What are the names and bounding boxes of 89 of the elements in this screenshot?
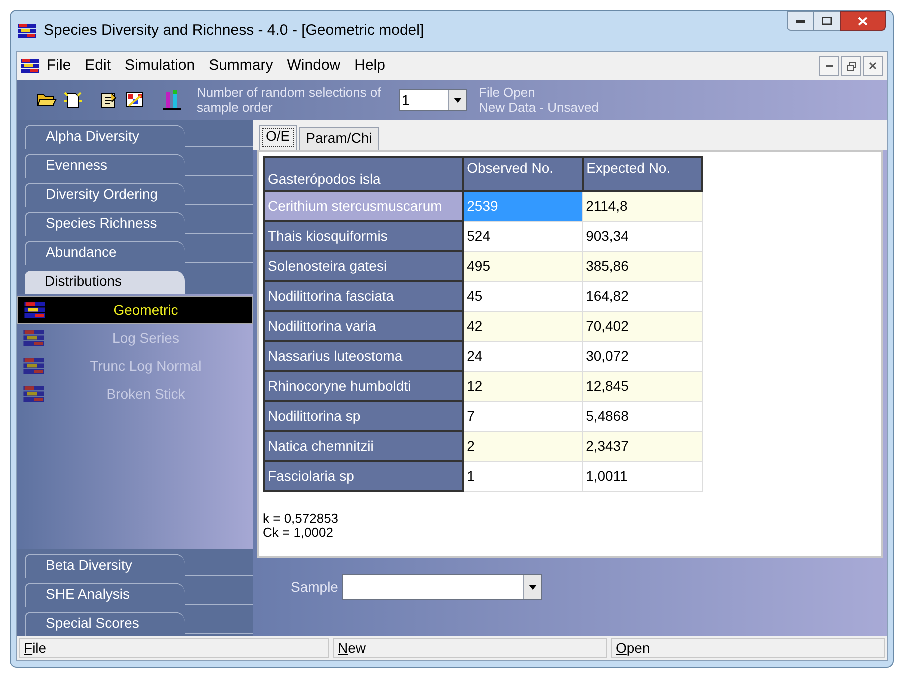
row-header[interactable]: Nassarius luteostoma <box>264 341 464 371</box>
table-cell: 45 <box>463 281 583 311</box>
list-icon <box>23 358 45 374</box>
table-cell: 2114,8 <box>582 191 702 221</box>
table-cell: 2 <box>463 431 583 461</box>
row-header[interactable]: Nodilittorina sp <box>264 401 464 431</box>
table-cell: 164,82 <box>582 281 702 311</box>
menu-item[interactable]: Edit <box>79 54 118 78</box>
table-cell: 524 <box>463 221 583 251</box>
row-header[interactable]: Rhinocoryne humboldti <box>264 371 464 401</box>
minimize-button[interactable] <box>787 11 814 31</box>
list-icon <box>24 302 46 318</box>
app-icon <box>21 59 39 73</box>
menu-item[interactable]: File <box>41 54 78 78</box>
minimize-button[interactable] <box>819 56 839 76</box>
menu-item[interactable]: Window <box>281 54 347 78</box>
table-cell: 1 <box>463 461 583 491</box>
sidebar-tab[interactable]: Species Richness <box>25 212 185 236</box>
status-panel: Open <box>611 638 885 658</box>
row-header[interactable]: Thais kiosquiformis <box>264 221 464 251</box>
sample-dropdown[interactable] <box>342 574 542 600</box>
distribution-item[interactable]: Geometric <box>17 296 253 324</box>
maximize-button[interactable] <box>814 11 840 31</box>
column-header: Expected No. <box>582 157 702 191</box>
menu-item[interactable]: Help <box>348 54 392 78</box>
restore-button[interactable] <box>841 56 861 76</box>
table-cell: 70,402 <box>582 311 702 341</box>
row-header[interactable]: Natica chemnitzii <box>264 431 464 461</box>
caret-icon <box>454 98 462 102</box>
folder-icon[interactable] <box>37 92 57 108</box>
menu-item[interactable]: Summary <box>203 54 280 78</box>
selections-dropdown[interactable]: 1 <box>399 89 467 111</box>
chart-icon[interactable] <box>125 91 145 109</box>
table-cell: 12,845 <box>582 371 702 401</box>
row-header[interactable]: Solenosteira gatesi <box>264 251 464 281</box>
selections-value: 1 <box>401 90 411 110</box>
close-button[interactable] <box>863 56 883 76</box>
maximize-icon <box>822 17 832 25</box>
sidebar-tab[interactable]: Distributions <box>25 271 185 294</box>
window-title: Species Diversity and Richness - 4.0 - [Geometric model] <box>44 20 424 41</box>
status-panel: File <box>19 638 329 658</box>
tab[interactable]: O/E <box>259 125 298 150</box>
table-cell: 2539 <box>463 191 583 221</box>
dropdown-button[interactable] <box>448 90 466 110</box>
table-cell: 12 <box>463 371 583 401</box>
result-text: k = 0,572853 <box>263 512 340 526</box>
sidebar-tab[interactable]: Beta Diversity <box>25 554 185 578</box>
minimize-icon <box>796 20 805 22</box>
sidebar-tab[interactable]: Diversity Ordering <box>25 183 185 207</box>
sidebar-tab[interactable]: Evenness <box>25 154 185 178</box>
sample-label: Sample <box>291 578 338 597</box>
table-cell: 5,4868 <box>582 401 702 431</box>
result-text: Ck = 1,0002 <box>263 526 334 540</box>
row-header[interactable]: Nodilittorina varia <box>264 311 464 341</box>
table-cell: 2,3437 <box>582 431 702 461</box>
selections-label: Number of random selections of sample order <box>197 85 382 115</box>
table-cell: 42 <box>463 311 583 341</box>
tab[interactable]: Param/Chi <box>299 127 380 150</box>
menu-item[interactable]: Simulation <box>119 54 202 78</box>
table-cell: 24 <box>463 341 583 371</box>
minimize-icon <box>826 65 832 67</box>
row-header[interactable]: Nodilittorina fasciata <box>264 281 464 311</box>
bar-chart-icon[interactable] <box>161 89 183 111</box>
close-button[interactable] <box>840 11 886 31</box>
restore-icon <box>846 62 856 70</box>
table-cell: 30,072 <box>582 341 702 371</box>
table-cell: 7 <box>463 401 583 431</box>
column-header: Gasterópodos isla <box>264 157 464 191</box>
clipboard-icon[interactable] <box>99 91 119 109</box>
close-icon <box>869 62 877 70</box>
table-cell: 495 <box>463 251 583 281</box>
file-status: File Open <box>479 85 536 100</box>
row-header[interactable]: Fasciolaria sp <box>264 461 464 491</box>
sidebar-tab[interactable]: Abundance <box>25 241 185 265</box>
close-icon <box>858 16 868 26</box>
table-cell: 1,0011 <box>582 461 702 491</box>
table-cell: 903,34 <box>582 221 702 251</box>
caret-icon <box>528 584 537 590</box>
file-status: New Data - Unsaved <box>479 100 599 115</box>
dropdown-button[interactable] <box>523 575 542 599</box>
new-document-icon[interactable] <box>63 91 83 109</box>
table-cell: 385,86 <box>582 251 702 281</box>
list-icon <box>23 330 45 346</box>
list-icon <box>23 386 45 402</box>
sidebar-tab[interactable]: Alpha Diversity <box>25 125 185 149</box>
app-icon <box>18 24 36 38</box>
status-panel: New <box>333 638 607 658</box>
sidebar-tab[interactable]: SHE Analysis <box>25 583 185 607</box>
column-header: Observed No. <box>463 157 583 191</box>
